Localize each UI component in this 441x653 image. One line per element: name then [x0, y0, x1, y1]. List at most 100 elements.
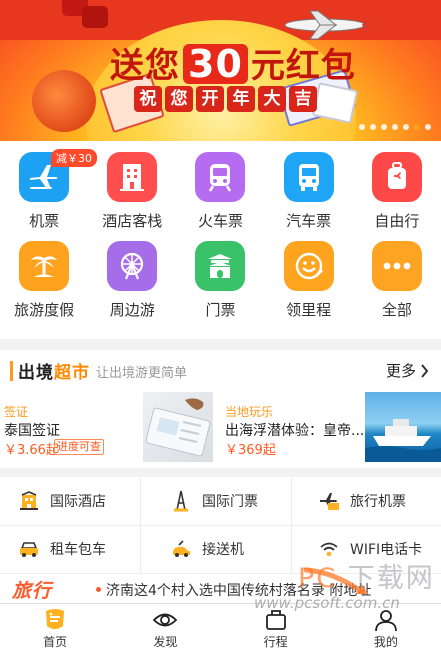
ferris-wheel-icon [107, 241, 158, 291]
tab-label: 发现 [153, 634, 178, 649]
suitcase-icon [263, 608, 289, 632]
home-icon [42, 608, 68, 632]
banner-headline-after: 元红包 [250, 46, 356, 86]
pickup-car-icon [170, 538, 192, 560]
market-logo-bar [10, 360, 13, 381]
profile-icon [373, 608, 399, 632]
grid-item-label: 门票 [205, 301, 236, 319]
grid-item-hotel[interactable]: 酒店客栈 [88, 152, 176, 231]
banner-headline-before: 送您 [110, 46, 180, 86]
carousel-dot-active[interactable] [414, 124, 420, 130]
banner-subtitle: 祝 您 开 年 大 吉 [134, 86, 317, 112]
grid-item-label: 火车票 [197, 212, 243, 230]
market-logo-prefix: 出境 [18, 363, 54, 383]
service-wifi-card[interactable]: WIFI电话卡 [318, 525, 441, 573]
bottom-tab-bar: 首页 发现 行程 我的 [0, 603, 441, 653]
market-logo-suffix: 超市 [54, 363, 90, 383]
service-label: 租车包车 [50, 542, 106, 558]
smiley-icon [283, 241, 334, 291]
card-price: ￥3.66起 [4, 443, 59, 458]
tab-discover[interactable]: 发现 [110, 604, 220, 653]
grid-item-tickets[interactable]: 门票 [176, 241, 264, 320]
tower-icon [170, 490, 192, 512]
market-logo-text: 出境超市 [18, 358, 90, 383]
carousel-dot[interactable] [392, 124, 398, 130]
card-tag: 签证 [4, 405, 29, 419]
card-tag: 当地玩乐 [225, 405, 274, 419]
category-row: 机票 减￥30 酒店客栈 火车票 汽车票 自由行 [0, 149, 441, 231]
eye-icon [152, 608, 178, 632]
luggage-icon [371, 152, 422, 202]
grid-item-flights[interactable]: 机票 减￥30 [0, 149, 97, 231]
category-row: 旅游度假 周边游 门票 领里程 全部 [0, 241, 441, 320]
carousel-dot[interactable] [425, 124, 431, 130]
grid-item-bus[interactable]: 汽车票 [265, 152, 353, 231]
tab-label: 行程 [263, 634, 288, 649]
news-tag: 旅行 [12, 580, 53, 602]
service-intl-tickets[interactable]: 国际门票 [170, 477, 291, 525]
grid-item-label: 酒店客栈 [102, 212, 163, 230]
category-grid: 机票 减￥30 酒店客栈 火车票 汽车票 自由行 旅游度假 周边游 门票 领里程… [0, 141, 441, 339]
service-airport-pickup[interactable]: 接送机 [170, 525, 291, 573]
banner-sub-char: 吉 [289, 86, 317, 112]
market-slogan: 让出境游更简单 [96, 366, 188, 381]
service-label: 接送机 [202, 542, 244, 558]
airplane-decoration-icon [284, 10, 368, 40]
yacht-photo [365, 392, 441, 462]
card-title: 泰国签证 [4, 423, 60, 439]
service-car-rental[interactable]: 租车包车 [18, 525, 140, 573]
promo-banner[interactable]: 送您 30 元红包 祝 您 开 年 大 吉 [0, 0, 441, 141]
carousel-dot[interactable] [403, 124, 409, 130]
progress-chip: 进度可查 [54, 439, 104, 455]
tab-home[interactable]: 首页 [0, 604, 110, 653]
grid-item-train[interactable]: 火车票 [176, 152, 264, 231]
tab-label: 首页 [43, 634, 68, 649]
grid-item-label: 全部 [381, 301, 412, 319]
grid-item-all[interactable]: 全部 [353, 241, 441, 320]
grid-item-nearby[interactable]: 周边游 [88, 241, 176, 320]
carousel-dot[interactable] [370, 124, 376, 130]
carousel-dot[interactable] [381, 124, 387, 130]
service-intl-hotel[interactable]: 国际酒店 [18, 477, 140, 525]
tab-profile[interactable]: 我的 [331, 604, 441, 653]
grid-item-label: 旅游度假 [14, 301, 75, 319]
market-logo: 出境超市 [10, 358, 90, 383]
hotel-icon [107, 152, 158, 202]
grid-item-label: 自由行 [374, 212, 420, 230]
grid-item-mileage[interactable]: 领里程 [265, 241, 353, 320]
bullet-icon [96, 587, 101, 592]
lantern-icon [82, 6, 108, 28]
palm-tree-icon [19, 241, 70, 291]
banner-amount: 30 [183, 44, 248, 84]
service-list: 国际酒店 国际门票 旅行机票 租车包车 接送机 WIFI电话卡 [0, 477, 441, 573]
wifi-icon [318, 538, 340, 560]
more-button[interactable]: 更多 [386, 360, 429, 381]
local-fun-card[interactable]: 当地玩乐 出海浮潜体验：皇帝... ￥369起 [221, 392, 441, 462]
news-headline[interactable]: 济南这4个村入选中国传统村落名录 附地址 [106, 580, 371, 600]
banner-sub-char: 祝 [134, 86, 162, 112]
banner-sub-char: 年 [227, 86, 255, 112]
more-label: 更多 [385, 362, 416, 380]
carousel-dot[interactable] [359, 124, 365, 130]
train-icon [195, 152, 246, 202]
banner-sub-char: 大 [258, 86, 286, 112]
carousel-indicator[interactable] [359, 124, 431, 130]
banner-sub-char: 您 [165, 86, 193, 112]
grid-item-vacation[interactable]: 旅游度假 [0, 241, 88, 320]
service-flight-tickets[interactable]: 旅行机票 [318, 477, 441, 525]
service-label: 国际酒店 [50, 494, 106, 510]
plane-ticket-icon [318, 490, 340, 512]
grid-item-label: 周边游 [109, 301, 155, 319]
grid-item-free-travel[interactable]: 自由行 [353, 152, 441, 231]
card-price: ￥369起 [225, 443, 276, 458]
rooster-illustration [32, 70, 96, 132]
service-label: WIFI电话卡 [350, 542, 423, 558]
news-ticker[interactable]: 旅行 济南这4个村入选中国传统村落名录 附地址 [0, 573, 441, 603]
banner-sub-char: 开 [196, 86, 224, 112]
service-label: 旅行机票 [350, 494, 406, 510]
tab-itinerary[interactable]: 行程 [221, 604, 331, 653]
market-header: 出境超市 让出境游更简单 更多 [0, 350, 441, 388]
visa-card[interactable]: 签证 泰国签证 ￥3.66起 进度可查 [0, 392, 213, 462]
gate-icon [195, 241, 246, 291]
banner-headline: 送您 30 元红包 [110, 38, 356, 87]
